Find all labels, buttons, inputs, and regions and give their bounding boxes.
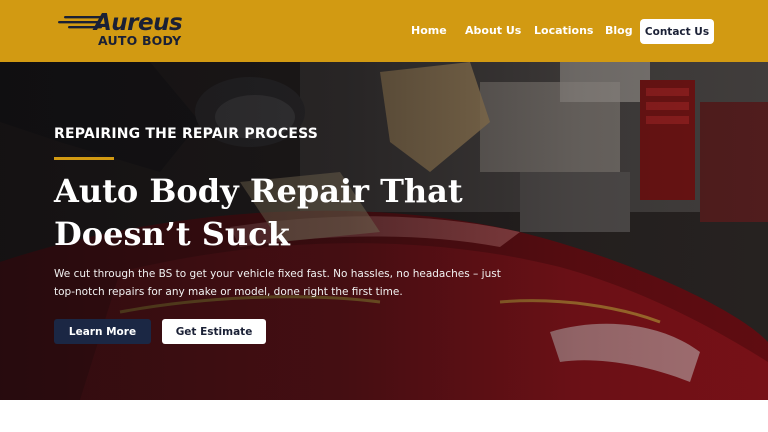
nav-blog[interactable]: Blog bbox=[605, 24, 633, 38]
nav-locations[interactable]: Locations bbox=[534, 24, 593, 38]
hero-content: REPAIRING THE REPAIR PROCESS Auto Body R… bbox=[0, 62, 768, 400]
get-estimate-button[interactable]: Get Estimate bbox=[162, 319, 266, 344]
next-section bbox=[0, 400, 768, 432]
headline-line-1: Auto Body Repair That bbox=[54, 172, 463, 210]
nav-about-us[interactable]: About Us bbox=[465, 24, 521, 38]
hero-section: REPAIRING THE REPAIR PROCESS Auto Body R… bbox=[0, 62, 768, 400]
brand-logo[interactable]: Aureus AUTO BODY bbox=[58, 10, 188, 52]
logo-wordmark: Aureus bbox=[94, 10, 183, 36]
contact-us-button[interactable]: Contact Us bbox=[640, 19, 714, 44]
hero-headline: Auto Body Repair That Doesn’t Suck bbox=[54, 170, 494, 256]
logo-subtitle: AUTO BODY bbox=[98, 33, 182, 48]
site-header: Aureus AUTO BODY Home About Us Locations… bbox=[0, 0, 768, 62]
headline-line-2: Doesn’t Suck bbox=[54, 215, 290, 253]
hero-subtext: We cut through the BS to get your vehicl… bbox=[54, 268, 501, 298]
hero-eyebrow: REPAIRING THE REPAIR PROCESS bbox=[54, 126, 319, 142]
eyebrow-divider bbox=[54, 157, 114, 160]
learn-more-button[interactable]: Learn More bbox=[54, 319, 151, 344]
nav-home[interactable]: Home bbox=[411, 24, 447, 38]
